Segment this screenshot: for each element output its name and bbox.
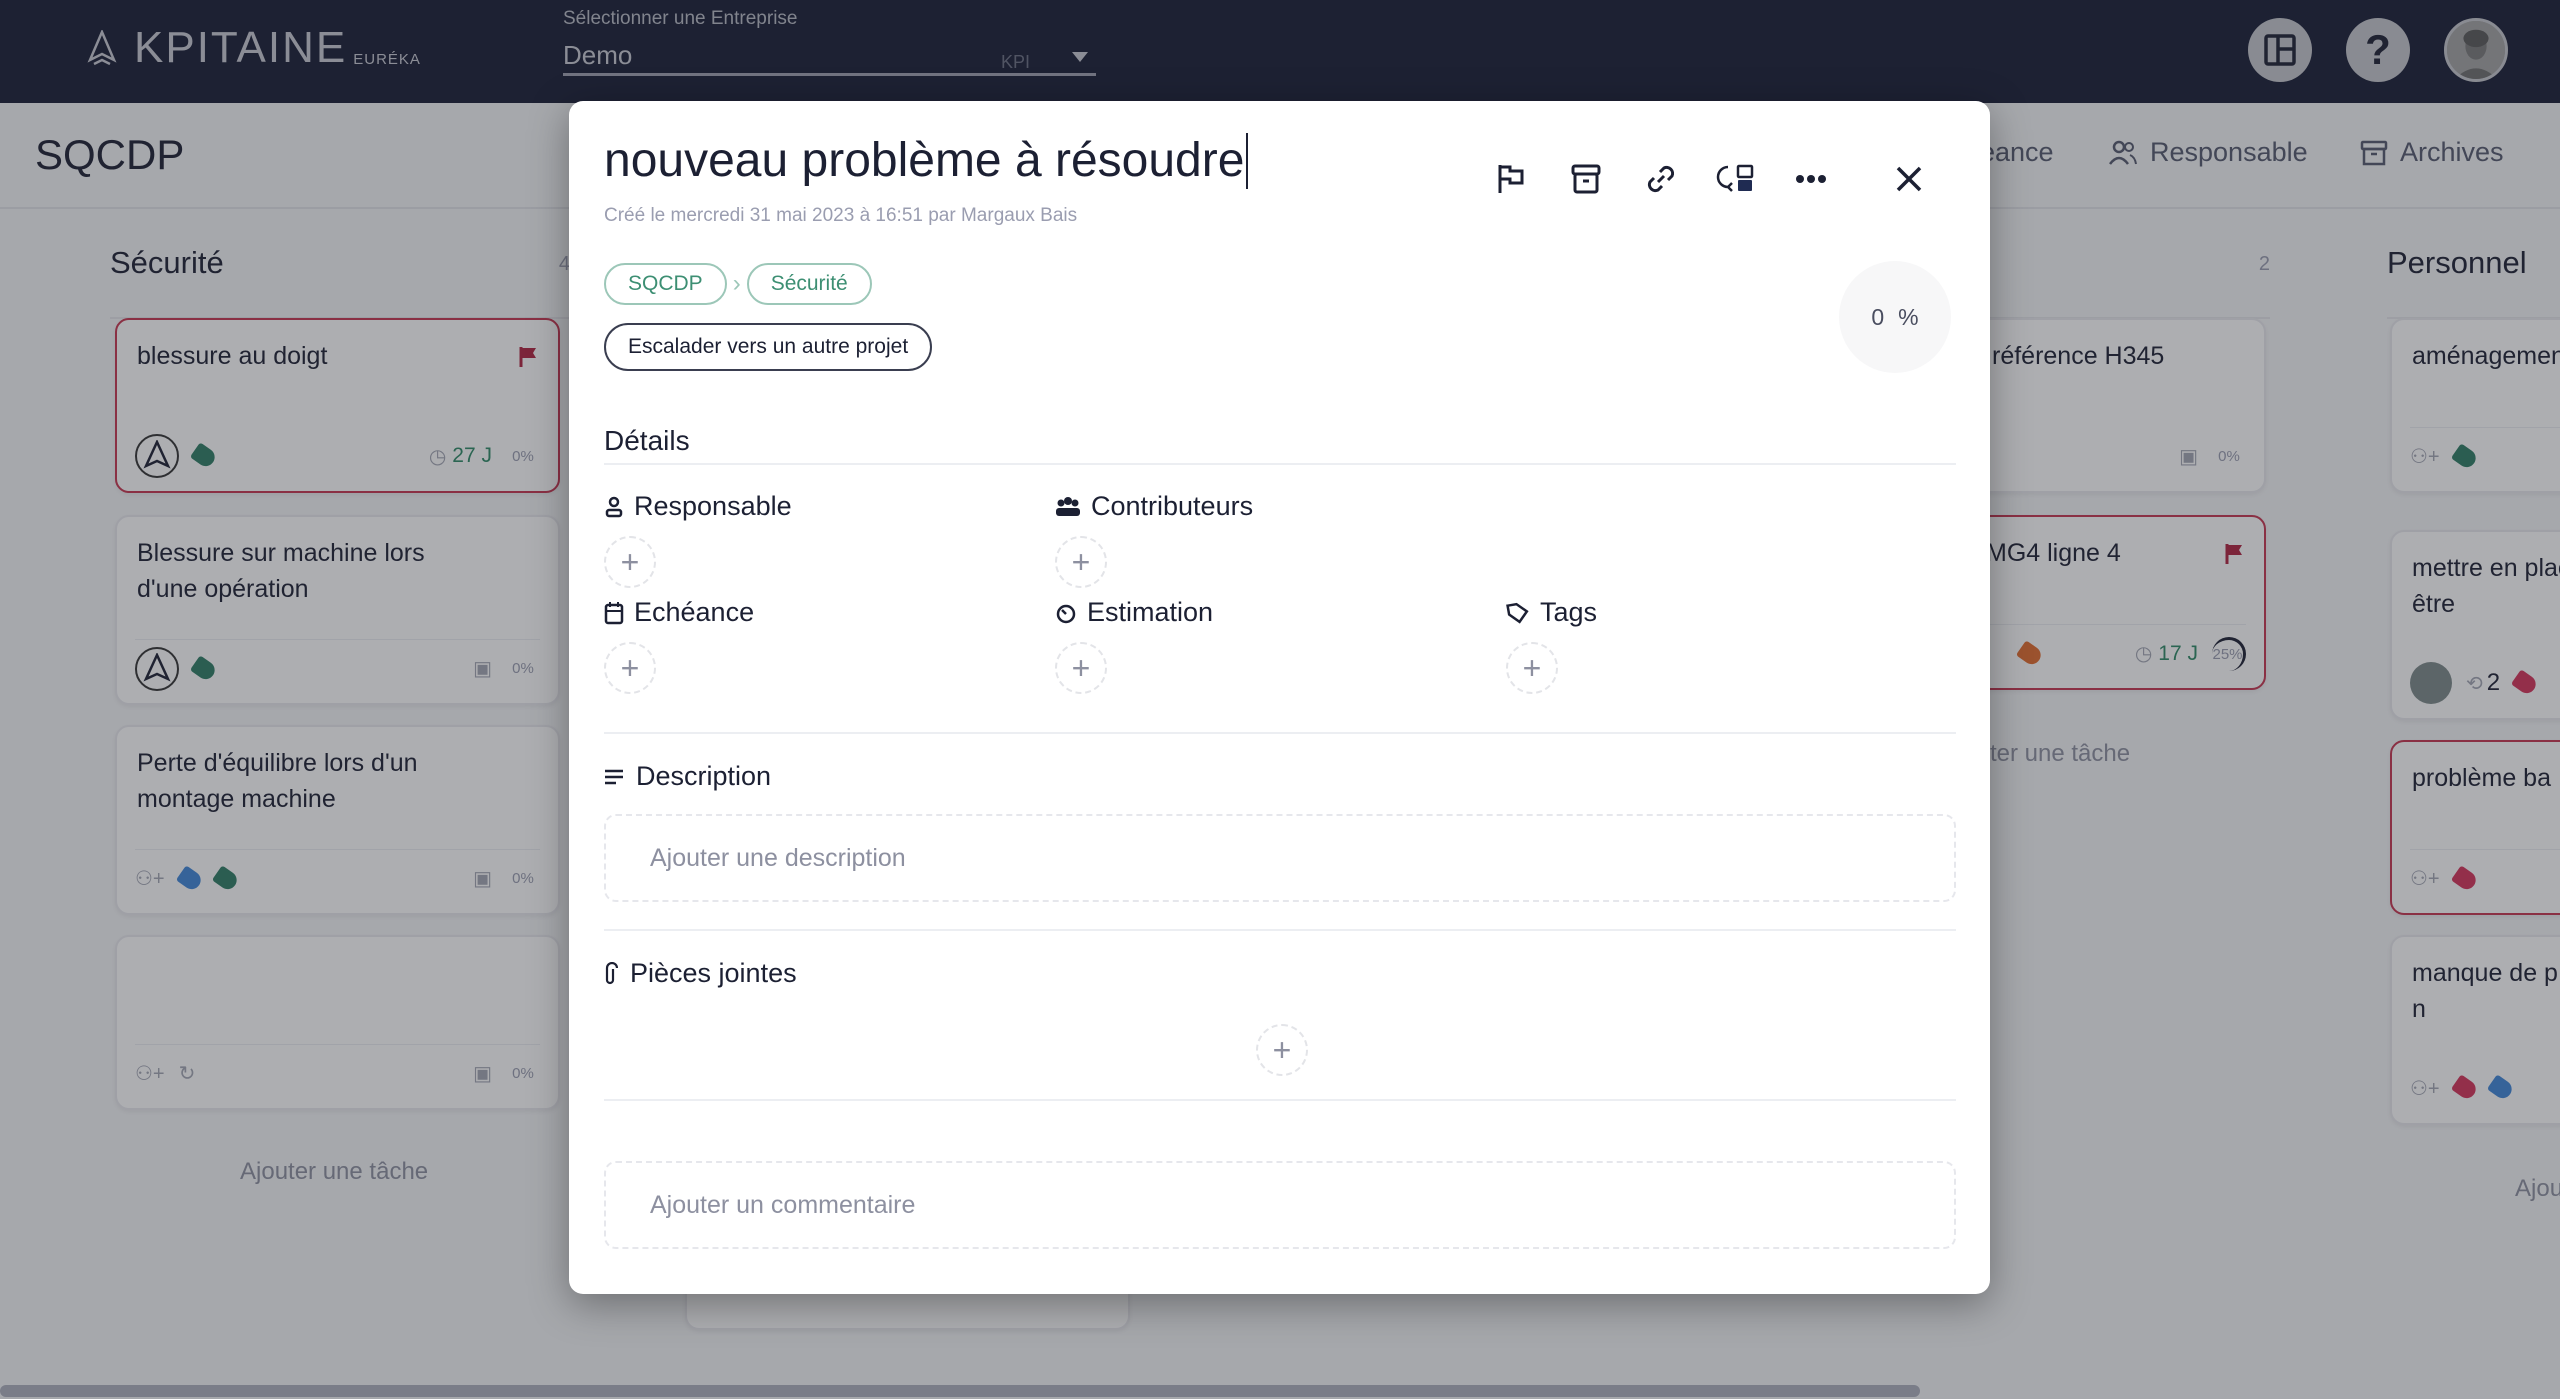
description-title: Description xyxy=(636,761,772,791)
chevron-right-icon: › xyxy=(732,270,741,297)
progress-value: 0 xyxy=(1871,303,1885,330)
field-label: Responsable xyxy=(634,491,792,521)
close-icon xyxy=(1896,166,1922,192)
details-heading: Détails xyxy=(604,425,690,456)
task-detail-modal: nouveau problème à résoudre Créé le merc… xyxy=(569,101,1990,1294)
progress-unit: % xyxy=(1898,303,1919,330)
more-options-button[interactable] xyxy=(1773,159,1848,199)
add-responsable-button[interactable]: + xyxy=(604,536,656,588)
field-estimation: Estimation + xyxy=(1055,597,1213,694)
paperclip-icon xyxy=(605,961,618,984)
divider xyxy=(604,732,1956,734)
add-estimation-button[interactable]: + xyxy=(1055,642,1107,694)
team-icon xyxy=(1056,496,1080,516)
flag-button[interactable] xyxy=(1473,159,1548,199)
close-button[interactable] xyxy=(1887,157,1931,201)
link-icon xyxy=(1647,165,1674,193)
attachments-heading: Pièces jointes xyxy=(604,958,797,989)
divider xyxy=(604,463,1956,465)
field-label: Echéance xyxy=(634,597,755,627)
tag-icon xyxy=(1506,602,1529,624)
flag-icon xyxy=(1498,165,1523,193)
field-responsable: Responsable + xyxy=(604,491,792,588)
description-heading: Description xyxy=(604,761,771,792)
more-icon xyxy=(1795,175,1826,183)
field-tags: Tags + xyxy=(1506,597,1597,694)
modal-toolbar xyxy=(1473,159,1848,199)
add-tag-button[interactable]: + xyxy=(1506,642,1558,694)
divider xyxy=(604,929,1956,931)
task-created-meta: Créé le mercredi 31 mai 2023 à 16:51 par… xyxy=(604,205,1078,226)
field-contributeurs: Contributeurs + xyxy=(1055,491,1253,588)
field-label: Estimation xyxy=(1087,597,1214,627)
field-label: Tags xyxy=(1540,597,1598,627)
horizontal-scrollbar[interactable] xyxy=(0,1385,1920,1397)
link-button[interactable] xyxy=(1623,159,1698,199)
attachments-title: Pièces jointes xyxy=(630,958,797,988)
timer-icon xyxy=(1056,604,1076,623)
description-icon xyxy=(605,769,623,784)
archive-button[interactable] xyxy=(1548,159,1623,199)
description-input[interactable]: Ajouter une description xyxy=(604,814,1956,902)
archive-icon xyxy=(1571,164,1600,194)
comment-input[interactable]: Ajouter un commentaire xyxy=(604,1161,1956,1249)
convert-subtask-button[interactable] xyxy=(1698,159,1773,199)
add-echeance-button[interactable]: + xyxy=(604,642,656,694)
divider xyxy=(604,1099,1956,1101)
escalate-button[interactable]: Escalader vers un autre projet xyxy=(604,323,933,371)
field-echeance: Echéance + xyxy=(604,597,754,694)
add-attachment-button[interactable]: + xyxy=(1256,1024,1308,1076)
project-breadcrumb: SQCDP › Sécurité xyxy=(604,263,872,305)
task-progress[interactable]: 0 % xyxy=(1839,261,1951,373)
calendar-icon xyxy=(604,601,624,624)
task-title-input[interactable]: nouveau problème à résoudre xyxy=(604,133,1249,189)
breadcrumb-column[interactable]: Sécurité xyxy=(746,263,872,305)
breadcrumb-project[interactable]: SQCDP xyxy=(604,263,727,305)
field-label: Contributeurs xyxy=(1091,491,1254,521)
add-contributeur-button[interactable]: + xyxy=(1055,536,1107,588)
convert-subtask-icon xyxy=(1716,164,1753,192)
user-icon xyxy=(605,496,623,517)
